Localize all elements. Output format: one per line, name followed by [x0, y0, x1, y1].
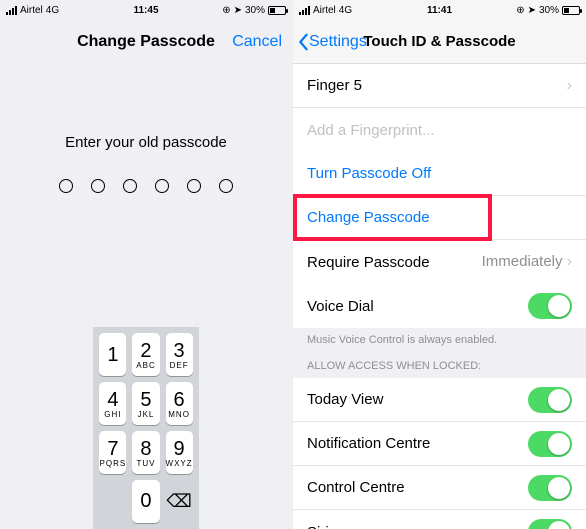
key-6[interactable]: 6MNO: [166, 382, 193, 425]
voice-dial-row: Voice Dial: [293, 284, 586, 328]
nav-bar: Change Passcode Cancel: [0, 20, 292, 64]
today-view-switch[interactable]: [528, 387, 572, 413]
key-1[interactable]: 1: [99, 333, 126, 376]
network-label: 4G: [46, 5, 59, 16]
key-2[interactable]: 2ABC: [132, 333, 159, 376]
notification-centre-switch[interactable]: [528, 431, 572, 457]
signal-icon: [299, 6, 310, 15]
key-9[interactable]: 9WXYZ: [166, 431, 193, 474]
network-label: 4G: [339, 5, 352, 16]
location-icon: ➤: [234, 5, 242, 16]
turn-passcode-off-row[interactable]: Turn Passcode Off: [293, 152, 586, 196]
key-8[interactable]: 8TUV: [132, 431, 159, 474]
key-3[interactable]: 3DEF: [166, 333, 193, 376]
nav-bar: Settings Touch ID & Passcode: [293, 20, 586, 64]
key-4[interactable]: 4GHI: [99, 382, 126, 425]
battery-icon: [268, 6, 286, 15]
carrier-label: Airtel: [313, 5, 336, 16]
passcode-dot: [59, 179, 73, 193]
passcode-prompt: Enter your old passcode: [65, 134, 227, 151]
section-header-locked: ALLOW ACCESS WHEN LOCKED:: [293, 346, 586, 378]
chevron-left-icon: [297, 33, 309, 51]
battery-percent: 30%: [245, 5, 265, 16]
control-centre-switch[interactable]: [528, 475, 572, 501]
carrier-label: Airtel: [20, 5, 43, 16]
cancel-button[interactable]: Cancel: [232, 33, 282, 51]
key-5[interactable]: 5JKL: [132, 382, 159, 425]
keypad: 1 2ABC 3DEF 4GHI 5JKL 6MNO 7PQRS 8TUV 9W…: [93, 327, 198, 529]
passcode-dot: [219, 179, 233, 193]
change-passcode-row[interactable]: Change Passcode: [293, 196, 586, 240]
siri-switch[interactable]: [528, 519, 572, 529]
add-fingerprint-row[interactable]: Add a Fingerprint...: [293, 108, 586, 152]
nav-title: Change Passcode: [77, 33, 215, 51]
chevron-right-icon: ›: [567, 253, 572, 270]
backspace-icon: ⌫: [166, 491, 191, 512]
siri-row: Siri: [293, 510, 586, 529]
compass-icon: ⊕: [516, 5, 524, 16]
key-delete[interactable]: ⌫: [166, 480, 193, 523]
passcode-dot: [91, 179, 105, 193]
control-centre-row: Control Centre: [293, 466, 586, 510]
battery-icon: [562, 6, 580, 15]
passcode-dot: [123, 179, 137, 193]
voice-dial-switch[interactable]: [528, 293, 572, 319]
passcode-dot: [155, 179, 169, 193]
require-passcode-row[interactable]: Require Passcode Immediately ›: [293, 240, 586, 284]
passcode-dots: [59, 179, 233, 193]
key-blank: [99, 480, 126, 523]
status-bar: Airtel 4G 11:41 ⊕ ➤ 30%: [293, 0, 586, 20]
compass-icon: ⊕: [222, 5, 230, 16]
passcode-dot: [187, 179, 201, 193]
status-bar: Airtel 4G 11:45 ⊕ ➤ 30%: [0, 0, 292, 20]
key-7[interactable]: 7PQRS: [99, 431, 126, 474]
chevron-right-icon: ›: [567, 77, 572, 95]
fingerprint-row[interactable]: Finger 5›: [293, 64, 586, 108]
voice-dial-note: Music Voice Control is always enabled.: [293, 328, 586, 346]
battery-percent: 30%: [539, 5, 559, 16]
signal-icon: [6, 6, 17, 15]
key-0[interactable]: 0: [132, 480, 159, 523]
location-icon: ➤: [528, 5, 536, 16]
notification-centre-row: Notification Centre: [293, 422, 586, 466]
back-button[interactable]: Settings: [293, 33, 367, 51]
today-view-row: Today View: [293, 378, 586, 422]
